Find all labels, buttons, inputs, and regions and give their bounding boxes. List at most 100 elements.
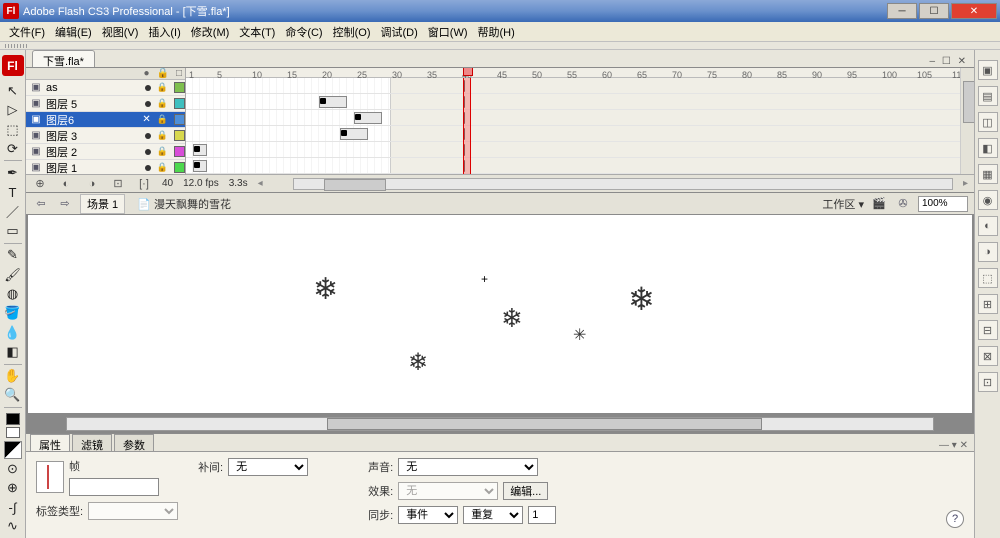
tab-filters[interactable]: 滤镜 [72, 434, 112, 451]
snowflake-symbol[interactable]: ❄ [408, 348, 428, 377]
subselect-tool[interactable]: ▷ [2, 101, 24, 120]
menu-modify[interactable]: 修改(M) [186, 22, 235, 42]
frame-track[interactable] [186, 110, 960, 126]
layer-row[interactable]: ▣ 图层6 ✕ 🔒 [26, 112, 185, 128]
workspace-menu[interactable]: 工作区 ▾ [822, 196, 864, 212]
outline-header-icon[interactable]: □ [176, 68, 182, 79]
visibility-dot[interactable] [145, 165, 151, 171]
ink-bottle-tool[interactable]: ◍ [2, 284, 24, 303]
menu-control[interactable]: 控制(O) [328, 22, 376, 42]
layer-row[interactable]: ▣ 图层 3 🔒 [26, 128, 185, 144]
document-tab[interactable]: 下雪.fla* [32, 50, 95, 67]
menu-window[interactable]: 窗口(W) [423, 22, 473, 42]
visibility-dot[interactable] [145, 85, 151, 91]
hand-tool[interactable]: ✋ [2, 367, 24, 386]
panel-button-9[interactable]: ⊞ [978, 294, 998, 314]
pencil-tool[interactable]: ✎ [2, 246, 24, 265]
snowflake-symbol[interactable]: ❄ [628, 280, 655, 318]
panel-button-3[interactable]: ◧ [978, 138, 998, 158]
sync-select[interactable]: 事件 [398, 506, 458, 524]
brush-tool[interactable]: 🖌 [2, 265, 24, 284]
frame-track[interactable] [186, 78, 960, 94]
swap-colors[interactable] [4, 441, 22, 458]
panel-button-7[interactable]: ◑ [978, 242, 998, 262]
onion-outline-icon[interactable]: ◑ [84, 178, 100, 190]
menu-view[interactable]: 视图(V) [97, 22, 144, 42]
panel-button-5[interactable]: ◉ [978, 190, 998, 210]
stage[interactable]: ❄❄❄✳❄+ [28, 215, 972, 413]
zoom-field[interactable]: 100% [918, 196, 968, 212]
frame-track[interactable] [186, 142, 960, 158]
pen-tool[interactable]: ✒ [2, 163, 24, 182]
sound-select[interactable]: 无 [398, 458, 538, 476]
lock-icon[interactable]: 🔒 [157, 130, 168, 141]
edit-multi-icon[interactable]: ⊡ [110, 177, 126, 190]
layer-row[interactable]: ▣ 图层 1 🔒 [26, 160, 185, 174]
effect-select[interactable]: 无 [398, 482, 498, 500]
tool-option-2[interactable]: -∫ [2, 498, 24, 517]
frame-track[interactable] [186, 94, 960, 110]
menu-text[interactable]: 文本(T) [234, 22, 280, 42]
edit-scene-icon[interactable]: 🎬 [870, 196, 888, 212]
visibility-dot[interactable] [145, 149, 151, 155]
stage-viewport[interactable]: ❄❄❄✳❄+ [26, 215, 974, 433]
menu-help[interactable]: 帮助(H) [473, 22, 520, 42]
forward-button[interactable]: ⇨ [56, 196, 74, 212]
loop-count-input[interactable] [528, 506, 556, 524]
zoom-tool[interactable]: 🔍 [2, 386, 24, 405]
timeline-ruler[interactable]: 1510152025303540455055606570758085909510… [186, 68, 960, 78]
edit-effect-button[interactable]: 编辑... [503, 482, 548, 500]
loop-select[interactable]: 重复 [463, 506, 523, 524]
line-tool[interactable]: ／ [2, 202, 24, 221]
minimize-button[interactable]: ─ [887, 3, 917, 19]
layer-row[interactable]: ▣ 图层 2 🔒 [26, 144, 185, 160]
center-frame-icon[interactable]: ⊕ [32, 177, 48, 190]
help-icon[interactable]: ? [946, 510, 964, 528]
snowflake-symbol[interactable]: ❄ [313, 272, 338, 307]
snowflake-symbol[interactable]: ❄ [501, 303, 523, 334]
panel-button-10[interactable]: ⊟ [978, 320, 998, 340]
back-button[interactable]: ⇦ [32, 196, 50, 212]
visibility-dot[interactable] [145, 101, 151, 107]
rectangle-tool[interactable]: ▭ [2, 221, 24, 240]
panel-button-4[interactable]: ▦ [978, 164, 998, 184]
close-button[interactable]: ✕ [951, 3, 997, 19]
visibility-header-icon[interactable]: ● [143, 68, 149, 79]
frame-track[interactable] [186, 126, 960, 142]
frame-label-input[interactable] [69, 478, 159, 496]
outline-color[interactable] [174, 130, 185, 141]
lock-icon[interactable]: 🔒 [157, 114, 168, 125]
panel-button-2[interactable]: ◫ [978, 112, 998, 132]
menu-debug[interactable]: 调试(D) [376, 22, 423, 42]
eraser-tool[interactable]: ◧ [2, 342, 24, 361]
lock-icon[interactable]: 🔒 [157, 162, 168, 173]
hidden-icon[interactable]: ✕ [142, 114, 150, 125]
tool-option-1[interactable]: ⊕ [2, 478, 24, 497]
frame-track[interactable] [186, 158, 960, 174]
visibility-dot[interactable] [145, 133, 151, 139]
outline-color[interactable] [174, 114, 185, 125]
tool-option-3[interactable]: ∿ [2, 517, 24, 536]
layer-row[interactable]: ▣ as 🔒 [26, 80, 185, 96]
symbol-crumb[interactable]: 📄 漫天飘舞的雪花 [131, 195, 237, 213]
text-tool[interactable]: T [2, 183, 24, 202]
panel-button-6[interactable]: ◐ [978, 216, 998, 236]
panel-button-1[interactable]: ▤ [978, 86, 998, 106]
paint-bucket-tool[interactable]: 🪣 [2, 304, 24, 323]
tween-select[interactable]: 无 [228, 458, 308, 476]
panel-button-0[interactable]: ▣ [978, 60, 998, 80]
outline-color[interactable] [174, 162, 185, 173]
layer-row[interactable]: ▣ 图层 5 🔒 [26, 96, 185, 112]
panel-button-8[interactable]: ⬚ [978, 268, 998, 288]
scene-crumb[interactable]: 场景 1 [80, 194, 125, 214]
dock-handle[interactable] [0, 42, 1000, 50]
free-transform-tool[interactable]: ⬚ [2, 120, 24, 139]
selection-tool[interactable]: ↖ [2, 81, 24, 100]
lasso-tool[interactable]: ⟳ [2, 139, 24, 158]
document-window-controls[interactable]: – ☐ ✕ [930, 56, 968, 67]
timeline-hscroll[interactable] [293, 178, 953, 190]
timeline-vscroll[interactable] [960, 68, 974, 174]
menu-insert[interactable]: 插入(I) [143, 22, 185, 42]
onion-skin-icon[interactable]: ◐ [58, 178, 74, 190]
maximize-button[interactable]: ☐ [919, 3, 949, 19]
